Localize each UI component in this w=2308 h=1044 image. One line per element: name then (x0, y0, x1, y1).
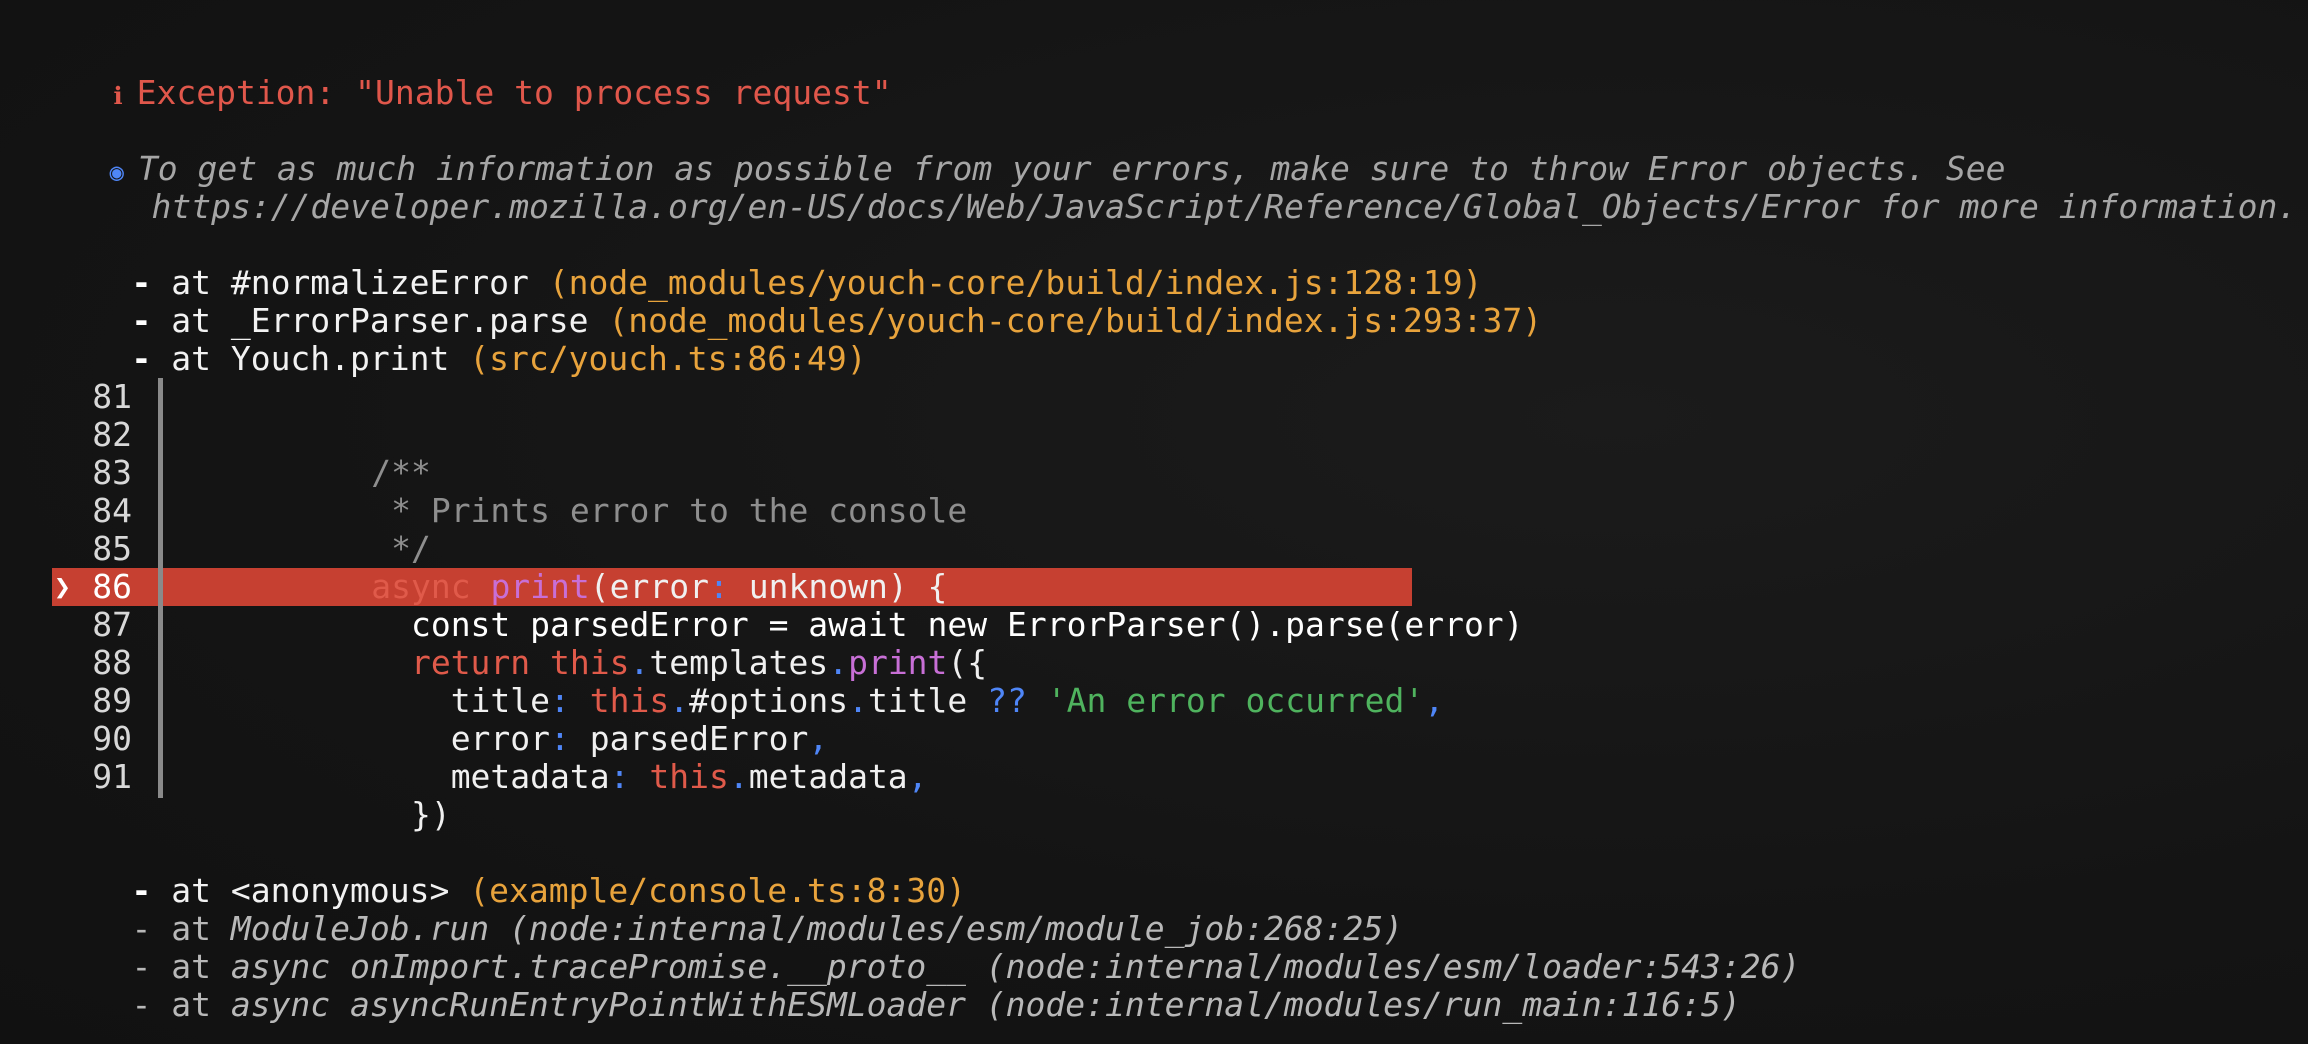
code-line: return this.templates.print({ (252, 606, 987, 682)
frame-dash: - (131, 339, 152, 378)
line-number: 84 (92, 491, 132, 530)
line-number: 88 (92, 643, 132, 682)
stack-frame: - at #normalizeError (node_modules/youch… (52, 226, 1482, 302)
code-punct: , (1424, 681, 1445, 720)
line-number-highlighted: 86 (92, 567, 132, 606)
hint-line-1: ◉ To get as much information as possible … (30, 112, 2005, 188)
code-line: title: this.#options.title ?? 'An error … (252, 644, 1444, 720)
code-punct: , (907, 757, 928, 796)
code-punct: : (609, 757, 630, 796)
code-line: }) (252, 758, 451, 834)
code-string: 'An error occurred' (1026, 681, 1425, 720)
exception-message: Exception: "Unable to process request" (136, 73, 892, 112)
code-line-highlighted: const parsedError = await new ErrorParse… (252, 568, 1524, 644)
line-number: 83 (92, 453, 132, 492)
hint-text-2: https://developer.mozilla.org/en-US/docs… (151, 187, 2298, 226)
code-comment: * Prints error to the console (371, 491, 968, 530)
line-number: 81 (92, 377, 132, 416)
code-line: */ (252, 492, 431, 568)
frame-function: at Youch.print (151, 339, 470, 378)
line-number: 89 (92, 681, 132, 720)
stack-frame-internal: - at ModuleJob.run (node:internal/module… (52, 872, 1403, 948)
frame-function: async asyncRunEntryPointWithESMLoader (230, 985, 966, 1024)
code-line: async print(error: unknown) { (252, 530, 947, 606)
info-icon: ℹ (113, 82, 123, 110)
terminal-window: ℹ Exception: "Unable to process request" … (0, 0, 2308, 1044)
stack-frame-internal: - at async onImport.tracePromise.__proto… (52, 910, 1800, 986)
code-gutter-divider (158, 378, 163, 798)
stack-frame: - at <anonymous> (example/console.ts:8:3… (52, 834, 965, 910)
stack-frame: - at _ErrorParser.parse (node_modules/yo… (52, 264, 1542, 340)
line-number: 87 (92, 605, 132, 644)
frame-location: (node:internal/modules/run_main:116:5) (965, 985, 1741, 1024)
stack-frame: - at Youch.print (src/youch.ts:86:49) (52, 302, 866, 378)
stack-frame-internal: - at async asyncRunEntryPointWithESMLoad… (52, 948, 1740, 1024)
code-text: }) (371, 795, 451, 834)
hint-line-2: https://developer.mozilla.org/en-US/docs… (72, 150, 2297, 226)
line-number: 91 (92, 757, 132, 796)
code-line: metadata: this.metadata, (252, 720, 928, 796)
code-line: * Prints error to the console (252, 454, 967, 530)
code-punct: . (728, 757, 749, 796)
line-number: 82 (92, 415, 132, 454)
code-text: title (867, 681, 988, 720)
line-number: 90 (92, 719, 132, 758)
frame-location: (src/youch.ts:86:49) (469, 339, 867, 378)
code-this: this (629, 757, 729, 796)
code-line: error: parsedError, (252, 682, 829, 758)
code-operator: ?? (987, 681, 1027, 720)
line-number: 85 (92, 529, 132, 568)
code-punct: . (848, 681, 868, 720)
code-line: /** (252, 416, 431, 492)
code-text: metadata (748, 757, 908, 796)
frame-prefix: - at (131, 985, 231, 1024)
exception-line: ℹ Exception: "Unable to process request" (34, 36, 891, 112)
